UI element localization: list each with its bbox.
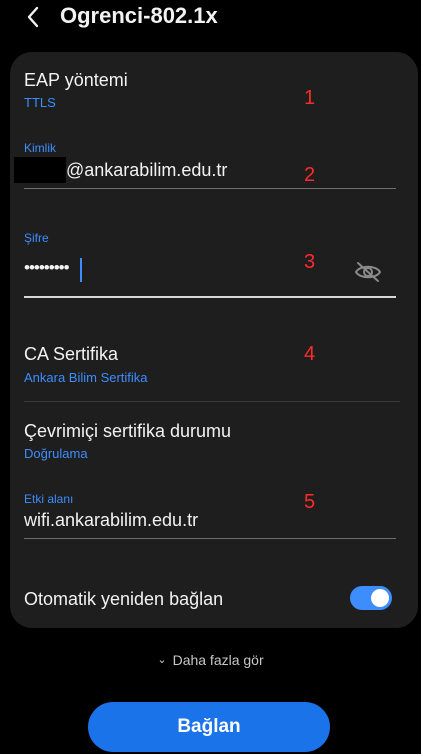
header-bar: Ogrenci-802.1x — [0, 0, 421, 40]
hide-password-eye-icon[interactable] — [354, 260, 382, 284]
auto-reconnect-toggle[interactable] — [350, 586, 392, 610]
online-cert-status-label: Çevrimiçi sertifika durumu — [24, 421, 232, 441]
domain-label: Etki alanı — [24, 492, 74, 506]
identity-underline — [24, 188, 396, 189]
connect-button[interactable]: Bağlan — [88, 702, 330, 752]
ca-certificate-value: Ankara Bilim Sertifika — [24, 370, 148, 385]
domain-underline — [24, 538, 396, 539]
ca-certificate-label: CA Sertifika — [24, 344, 119, 364]
auto-reconnect-label: Otomatik yeniden bağlan — [24, 589, 224, 609]
annotation-number-3: 3 — [304, 251, 316, 273]
domain-field[interactable]: wifi.ankarabilim.edu.tr — [24, 510, 198, 531]
toggle-knob — [371, 589, 389, 607]
annotation-number-1: 1 — [304, 87, 316, 109]
password-underline — [24, 296, 396, 298]
see-more-link[interactable]: ⌄ Daha fazla gör — [0, 652, 421, 668]
page-title: Ogrenci-802.1x — [60, 3, 218, 28]
see-more-label: Daha fazla gör — [172, 652, 264, 668]
online-cert-status-value: Doğrulama — [24, 446, 88, 461]
text-cursor — [80, 258, 82, 282]
eap-method-label: EAP yöntemi — [24, 70, 128, 90]
divider — [24, 401, 400, 402]
annotation-number-2: 2 — [304, 164, 316, 186]
settings-card — [10, 52, 418, 628]
identity-label: Kimlik — [24, 141, 56, 155]
annotation-number-4: 4 — [304, 343, 316, 365]
password-label: Şifre — [24, 231, 49, 245]
identity-field[interactable]: @ankarabilim.edu.tr — [66, 160, 227, 181]
chevron-down-icon: ⌄ — [157, 654, 167, 666]
password-field[interactable]: ••••••••• — [24, 258, 70, 278]
annotation-number-5: 5 — [304, 491, 316, 513]
back-arrow-icon[interactable] — [20, 4, 46, 30]
eap-method-value: TTLS — [24, 95, 56, 110]
redaction-box — [14, 157, 66, 183]
